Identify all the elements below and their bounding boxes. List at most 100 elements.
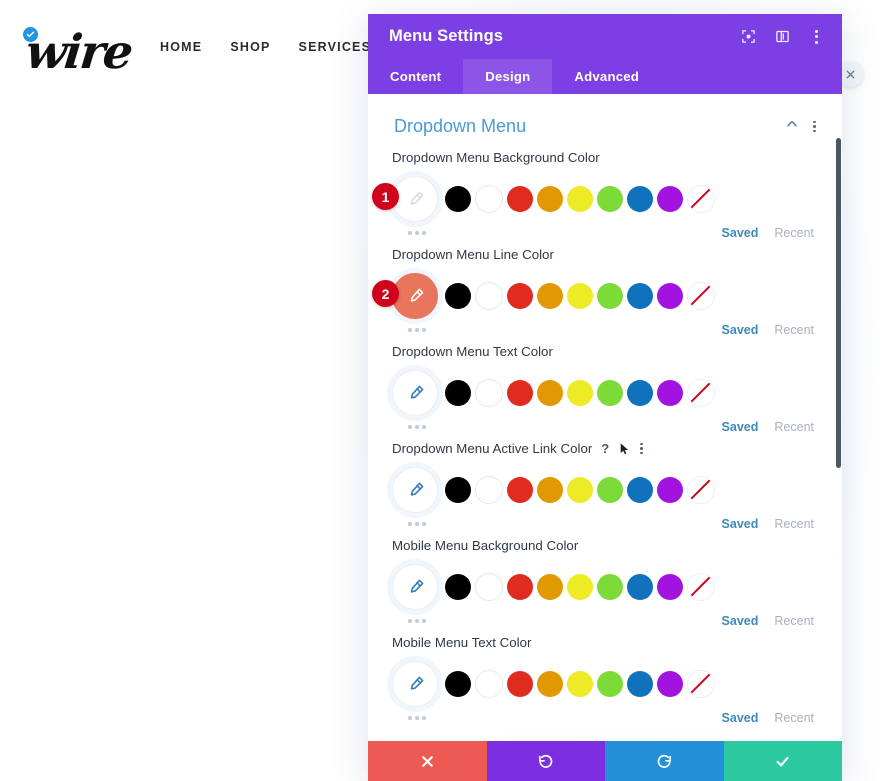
saved-tab[interactable]: Saved (722, 517, 759, 531)
more-options-icon[interactable] (806, 27, 826, 47)
tab-content[interactable]: Content (368, 59, 463, 94)
swatch-green[interactable] (597, 477, 623, 503)
swatch-blue[interactable] (627, 477, 653, 503)
focus-target-icon[interactable] (738, 27, 758, 47)
swatch-black[interactable] (445, 380, 471, 406)
swatch-purple[interactable] (657, 477, 683, 503)
swatch-orange[interactable] (537, 380, 563, 406)
color-picker-button[interactable] (392, 467, 438, 513)
swatch-red[interactable] (507, 380, 533, 406)
swatch-red[interactable] (507, 283, 533, 309)
swatch-red[interactable] (507, 186, 533, 212)
swatch-transparent[interactable] (687, 185, 715, 213)
swatch-black[interactable] (445, 574, 471, 600)
swatch-red[interactable] (507, 671, 533, 697)
modal-scrollbar[interactable] (834, 94, 842, 730)
swatch-green[interactable] (597, 380, 623, 406)
saved-tab[interactable]: Saved (722, 711, 759, 725)
swatch-orange[interactable] (537, 671, 563, 697)
help-icon[interactable]: ? (601, 442, 609, 455)
recent-tab[interactable]: Recent (774, 711, 814, 725)
more-colors-icon[interactable] (395, 328, 439, 332)
more-options-icon[interactable] (813, 121, 816, 133)
swatch-yellow[interactable] (567, 283, 593, 309)
swatch-green[interactable] (597, 283, 623, 309)
recent-tab[interactable]: Recent (774, 323, 814, 337)
swatch-blue[interactable] (627, 380, 653, 406)
section-header-dropdown-menu[interactable]: Dropdown Menu (368, 94, 842, 149)
swatch-blue[interactable] (627, 574, 653, 600)
tab-advanced[interactable]: Advanced (552, 59, 661, 94)
color-picker-button[interactable] (392, 564, 438, 610)
modal-scrollbar-thumb[interactable] (836, 138, 841, 468)
swatch-transparent[interactable] (687, 670, 715, 698)
swatch-blue[interactable] (627, 671, 653, 697)
chevron-up-icon[interactable] (785, 117, 799, 136)
swatch-white[interactable] (475, 379, 503, 407)
swatch-orange[interactable] (537, 186, 563, 212)
more-colors-icon[interactable] (395, 425, 439, 429)
saved-tab[interactable]: Saved (722, 226, 759, 240)
nav-item-services[interactable]: SERVICES (299, 40, 372, 54)
save-button[interactable] (724, 741, 843, 781)
swatch-blue[interactable] (627, 186, 653, 212)
swatch-yellow[interactable] (567, 574, 593, 600)
more-colors-icon[interactable] (395, 716, 439, 720)
swatch-black[interactable] (445, 186, 471, 212)
color-picker-button[interactable] (392, 370, 438, 416)
more-colors-icon[interactable] (395, 231, 439, 235)
swatch-black[interactable] (445, 671, 471, 697)
tab-design[interactable]: Design (463, 59, 552, 94)
swatch-orange[interactable] (537, 477, 563, 503)
swatch-transparent[interactable] (687, 379, 715, 407)
color-picker-button[interactable] (392, 661, 438, 707)
saved-tab[interactable]: Saved (722, 323, 759, 337)
recent-tab[interactable]: Recent (774, 517, 814, 531)
swatch-yellow[interactable] (567, 380, 593, 406)
swatch-purple[interactable] (657, 574, 683, 600)
swatch-white[interactable] (475, 185, 503, 213)
swatch-green[interactable] (597, 574, 623, 600)
swatch-white[interactable] (475, 573, 503, 601)
saved-tab[interactable]: Saved (722, 420, 759, 434)
nav-item-home[interactable]: HOME (160, 40, 202, 54)
swatch-transparent[interactable] (687, 282, 715, 310)
swatch-yellow[interactable] (567, 671, 593, 697)
more-options-icon[interactable] (640, 443, 643, 455)
swatch-green[interactable] (597, 186, 623, 212)
swatch-black[interactable] (445, 477, 471, 503)
swatch-purple[interactable] (657, 671, 683, 697)
swatch-red[interactable] (507, 574, 533, 600)
modal-header-icons (738, 27, 826, 47)
swatch-transparent[interactable] (687, 476, 715, 504)
recent-tab[interactable]: Recent (774, 226, 814, 240)
saved-tab[interactable]: Saved (722, 614, 759, 628)
swatch-green[interactable] (597, 671, 623, 697)
cancel-button[interactable] (368, 741, 487, 781)
swatch-black[interactable] (445, 283, 471, 309)
swatch-orange[interactable] (537, 283, 563, 309)
nav-item-shop[interactable]: SHOP (230, 40, 270, 54)
swatch-white[interactable] (475, 282, 503, 310)
swatch-blue[interactable] (627, 283, 653, 309)
more-colors-icon[interactable] (395, 619, 439, 623)
recent-tab[interactable]: Recent (774, 614, 814, 628)
swatch-orange[interactable] (537, 574, 563, 600)
swatch-purple[interactable] (657, 283, 683, 309)
swatch-yellow[interactable] (567, 477, 593, 503)
color-picker-button[interactable]: 2 (392, 273, 438, 319)
swatch-white[interactable] (475, 670, 503, 698)
swatch-red[interactable] (507, 477, 533, 503)
site-logo[interactable]: wire (26, 26, 146, 78)
color-picker-button[interactable]: 1 (392, 176, 438, 222)
recent-tab[interactable]: Recent (774, 420, 814, 434)
more-colors-icon[interactable] (395, 522, 439, 526)
undo-button[interactable] (487, 741, 606, 781)
swatch-yellow[interactable] (567, 186, 593, 212)
swatch-white[interactable] (475, 476, 503, 504)
redo-button[interactable] (605, 741, 724, 781)
swatch-purple[interactable] (657, 186, 683, 212)
swatch-transparent[interactable] (687, 573, 715, 601)
swatch-purple[interactable] (657, 380, 683, 406)
panel-layout-icon[interactable] (772, 27, 792, 47)
